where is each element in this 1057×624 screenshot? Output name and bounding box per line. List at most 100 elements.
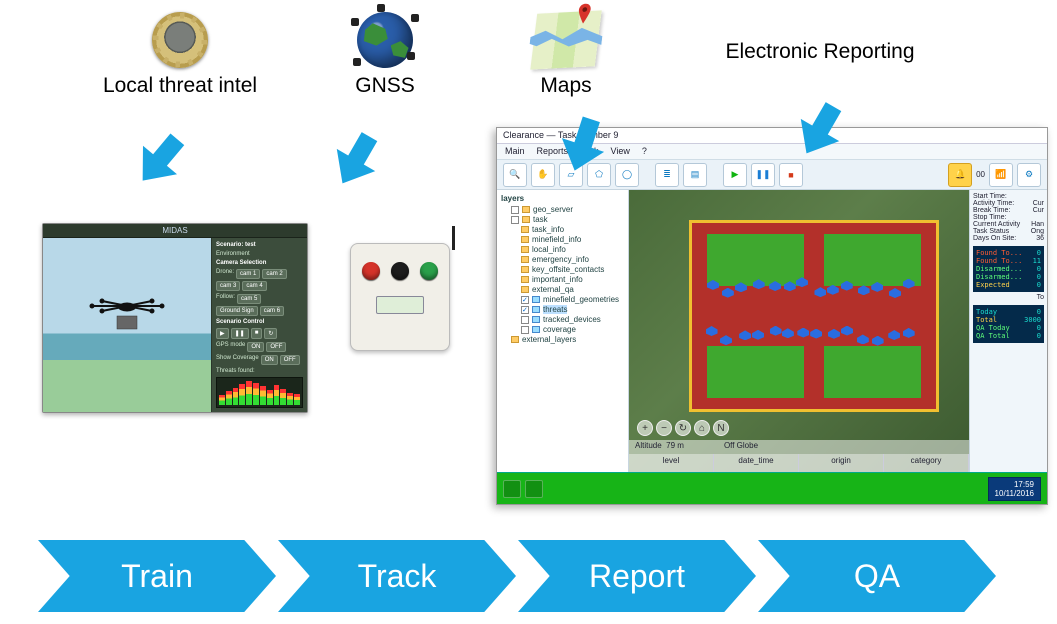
loop-button[interactable]: ↻ (264, 328, 277, 339)
zoom-out-icon[interactable]: − (656, 420, 672, 436)
tree-item-label: task_info (532, 225, 564, 234)
process-step-track: Track (278, 540, 516, 612)
layer-tree[interactable]: layers geo_servertasktask_infominefield_… (497, 190, 629, 472)
map-view[interactable]: + − ↻ ⌂ N Altitude 79 m Off Globe level … (629, 190, 969, 472)
tree-item[interactable]: task_info (521, 225, 624, 234)
file-icon (511, 336, 519, 343)
threat-marker[interactable] (888, 330, 900, 340)
black-button[interactable] (391, 262, 409, 280)
threat-marker[interactable] (752, 330, 764, 340)
tree-item[interactable]: coverage (521, 325, 624, 334)
threat-marker[interactable] (903, 328, 915, 338)
tree-item-label: coverage (543, 325, 576, 334)
checkbox[interactable] (521, 316, 529, 324)
cam-button[interactable]: cam 2 (262, 269, 286, 279)
pause-button[interactable]: ❚❚ (231, 328, 249, 339)
stop-icon[interactable]: ■ (779, 163, 803, 187)
stop-button[interactable]: ■ (251, 328, 263, 339)
threat-marker[interactable] (770, 326, 782, 336)
threat-marker[interactable] (828, 329, 840, 339)
layer-icon (532, 306, 540, 313)
menu-item[interactable]: Main (505, 146, 525, 157)
tree-item[interactable]: minefield_info (521, 235, 624, 244)
info-row: Stop Time: (973, 214, 1044, 221)
database-icon[interactable]: ≣ (655, 163, 679, 187)
gnss-device (350, 243, 450, 351)
source-label: Local threat intel (103, 74, 257, 98)
checkbox[interactable] (511, 216, 519, 224)
gps-on[interactable]: ON (247, 342, 264, 352)
settings-icon[interactable]: ⚙ (1017, 163, 1041, 187)
cam-button[interactable]: cam 3 (216, 281, 240, 291)
source-label: GNSS (355, 74, 415, 98)
follow-button[interactable]: cam 5 (237, 294, 261, 304)
bell-icon[interactable]: 🔔 (948, 163, 972, 187)
zoom-in-icon[interactable]: + (637, 420, 653, 436)
checkbox[interactable] (511, 206, 519, 214)
os-taskbar[interactable]: 17:59 10/11/2016 (497, 472, 1047, 504)
threat-marker[interactable] (706, 326, 718, 336)
threat-marker[interactable] (797, 328, 809, 338)
menu-item[interactable]: ? (642, 146, 647, 157)
threat-marker[interactable] (810, 329, 822, 339)
tree-item[interactable]: threats (521, 305, 624, 314)
search-icon[interactable]: 🔍 (503, 163, 527, 187)
threat-marker[interactable] (827, 285, 839, 295)
cov-on[interactable]: ON (261, 355, 278, 365)
checkbox[interactable] (521, 296, 529, 304)
tree-item[interactable]: tracked_devices (521, 315, 624, 324)
follow-button[interactable]: cam 6 (260, 306, 284, 316)
circle-icon[interactable]: ◯ (615, 163, 639, 187)
tree-item[interactable]: external_qa (521, 285, 624, 294)
threat-marker[interactable] (841, 326, 853, 336)
layer-icon (532, 326, 540, 333)
folder-icon (521, 286, 529, 293)
tree-item[interactable]: task (511, 215, 624, 224)
checkbox[interactable] (521, 326, 529, 334)
signal-meter (216, 377, 303, 408)
play-button[interactable]: ▶ (216, 328, 229, 339)
source-local-threat-intel: Local threat intel (80, 8, 280, 98)
rotate-icon[interactable]: ↻ (675, 420, 691, 436)
cam-button[interactable]: cam 1 (236, 269, 260, 279)
green-button[interactable] (420, 262, 438, 280)
threat-marker[interactable] (814, 287, 826, 297)
midas-3d-viewport[interactable] (43, 238, 211, 412)
checkbox[interactable] (521, 306, 529, 314)
threat-marker[interactable] (722, 288, 734, 298)
tree-item[interactable]: important_info (521, 275, 624, 284)
follow-button[interactable]: Ground Sign (216, 306, 258, 316)
reporting-app-window[interactable]: Clearance — Task Number 9 Main Reports T… (496, 127, 1048, 505)
tree-item-label: key_offsite_contacts (532, 265, 604, 274)
tree-item[interactable]: emergency_info (521, 255, 624, 264)
threat-marker[interactable] (857, 334, 869, 344)
threat-marker[interactable] (782, 328, 794, 338)
threat-marker[interactable] (739, 330, 751, 340)
tree-item[interactable]: local_info (521, 245, 624, 254)
north-icon[interactable]: N (713, 420, 729, 436)
gps-off[interactable]: OFF (266, 342, 286, 352)
play-icon[interactable]: ▶ (723, 163, 747, 187)
signal-icon[interactable]: 📶 (989, 163, 1013, 187)
tree-item[interactable]: key_offsite_contacts (521, 265, 624, 274)
taskbar-app-icon[interactable] (503, 480, 521, 498)
threat-marker[interactable] (872, 336, 884, 346)
threat-marker[interactable] (858, 285, 870, 295)
source-maps: Maps (506, 8, 626, 98)
tree-item-label: external_qa (532, 285, 574, 294)
pause-icon[interactable]: ❚❚ (751, 163, 775, 187)
tree-item[interactable]: external_layers (511, 335, 624, 344)
threat-marker[interactable] (889, 288, 901, 298)
taskbar-app-icon[interactable] (525, 480, 543, 498)
tree-item[interactable]: minefield_geometries (521, 295, 624, 304)
tree-item[interactable]: geo_server (511, 205, 624, 214)
tree-item-label: minefield_geometries (543, 295, 619, 304)
home-icon[interactable]: ⌂ (694, 420, 710, 436)
cam-button[interactable]: cam 4 (242, 281, 266, 291)
threat-marker[interactable] (720, 335, 732, 345)
layer-icon (532, 316, 540, 323)
midas-simulator-window[interactable]: MIDAS Scenario: test Environment Camera … (42, 223, 308, 413)
cov-off[interactable]: OFF (280, 355, 300, 365)
layers-icon[interactable]: ▤ (683, 163, 707, 187)
red-button[interactable] (362, 262, 380, 280)
